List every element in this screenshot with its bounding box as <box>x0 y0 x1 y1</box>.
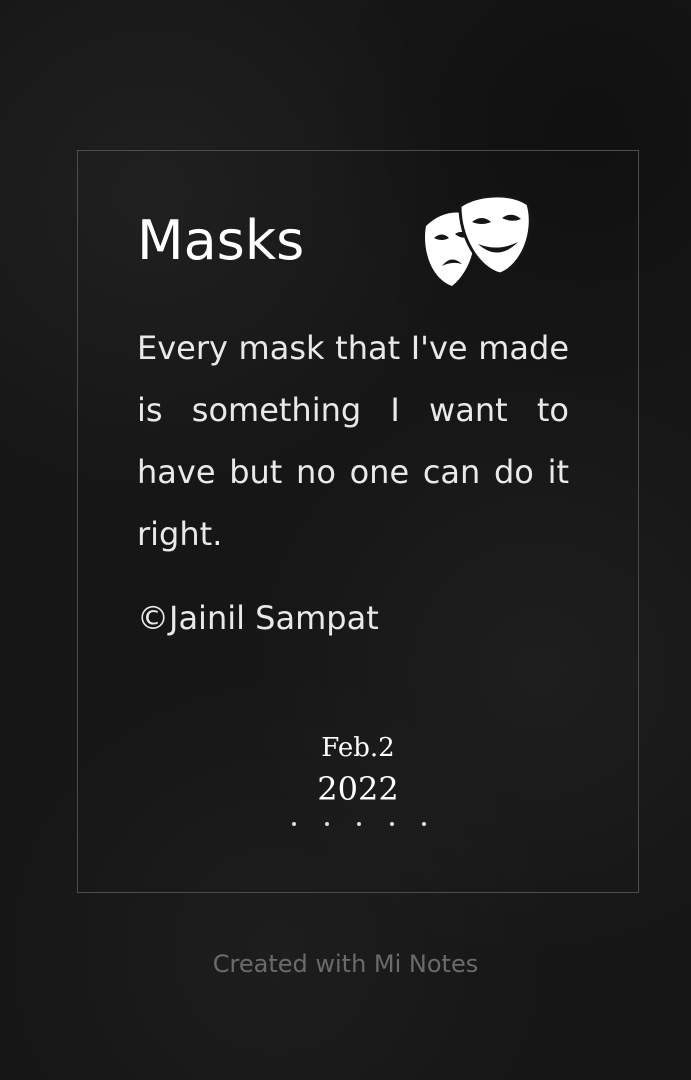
theater-masks-icon <box>425 194 532 286</box>
divider-dot <box>292 822 296 826</box>
note-title: Masks <box>137 209 305 272</box>
divider-dot <box>357 822 361 826</box>
divider-dot <box>324 822 329 826</box>
date-year: 2022 <box>317 770 399 808</box>
dot-divider <box>292 822 426 830</box>
note-signature: ©Jainil Sampat <box>137 599 379 637</box>
footer-credit: Created with Mi Notes <box>212 950 479 978</box>
note-date: Feb.2 2022 <box>258 728 458 810</box>
date-day: Feb.2 <box>321 733 395 763</box>
note-body: Every mask that I've made is something I… <box>137 329 569 553</box>
divider-dot <box>422 822 426 826</box>
divider-dot <box>389 822 394 826</box>
